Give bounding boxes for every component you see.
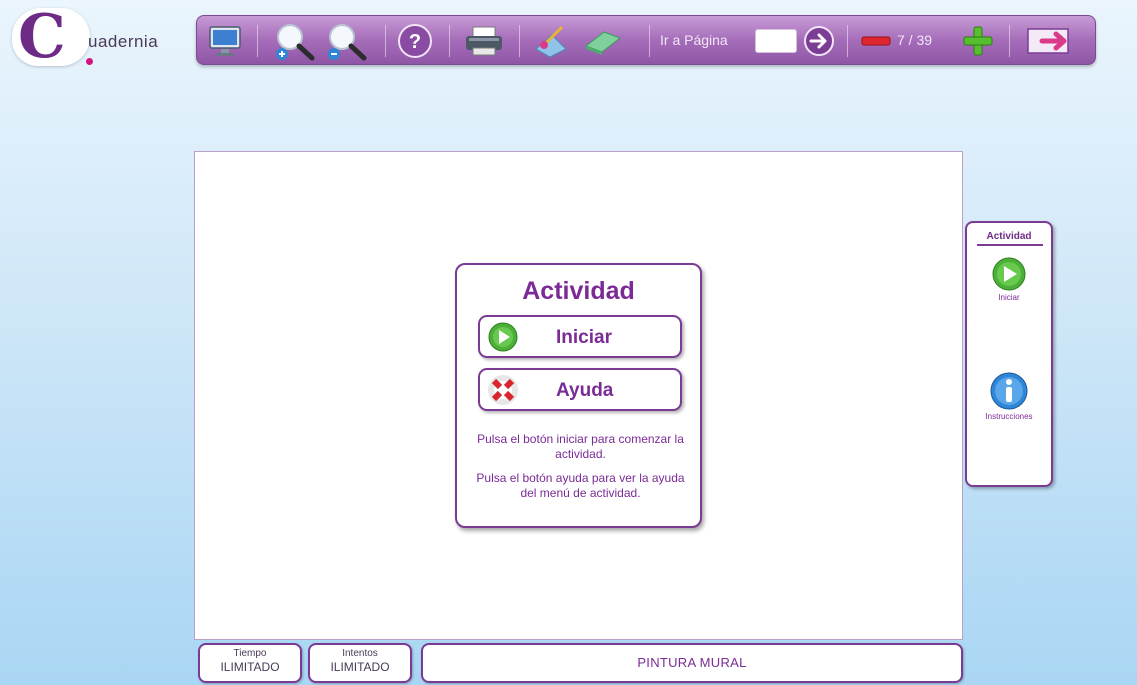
app-logo: C uadernia bbox=[8, 2, 184, 72]
arrow-right-icon bbox=[804, 26, 834, 56]
previous-page-button[interactable] bbox=[859, 22, 893, 60]
side-start-button[interactable]: Iniciar bbox=[967, 256, 1051, 302]
exit-button[interactable] bbox=[1023, 22, 1079, 60]
play-icon bbox=[992, 257, 1026, 291]
plus-icon bbox=[963, 26, 993, 56]
help-dialog-button[interactable]: Ayuda bbox=[478, 368, 682, 411]
goto-page-label: Ir a Página bbox=[660, 32, 728, 48]
toolbar-separator bbox=[649, 25, 650, 57]
toolbar-separator bbox=[1009, 25, 1010, 57]
fullscreen-button[interactable] bbox=[205, 22, 245, 60]
logo-name: uadernia bbox=[88, 32, 159, 51]
start-button[interactable]: Iniciar bbox=[478, 315, 682, 358]
activity-dialog: Actividad Iniciar Ayuda Pulsa el botón i… bbox=[455, 263, 702, 528]
zoom-in-icon bbox=[276, 24, 315, 61]
time-label: Tiempo bbox=[233, 648, 267, 659]
next-page-button[interactable] bbox=[960, 22, 996, 60]
printer-icon bbox=[466, 26, 502, 56]
toolbar-separator bbox=[449, 25, 450, 57]
activity-side-panel: Actividad Iniciar Instrucciones bbox=[965, 221, 1053, 487]
activity-title-box: PINTURA MURAL bbox=[421, 643, 963, 683]
help-button-label: Ayuda bbox=[556, 380, 614, 401]
toolbar-separator bbox=[847, 25, 848, 57]
toolbar-separator bbox=[257, 25, 258, 57]
help-instructions: Pulsa el botón ayuda para ver la ayuda d… bbox=[476, 471, 685, 500]
question-icon: ? bbox=[398, 24, 432, 58]
eraser-icon bbox=[584, 31, 622, 55]
side-panel-divider bbox=[977, 244, 1043, 246]
dialog-title: Actividad bbox=[522, 277, 635, 305]
goto-page-input[interactable] bbox=[755, 29, 797, 53]
svg-text:?: ? bbox=[409, 31, 421, 53]
side-instructions-label: Instrucciones bbox=[985, 412, 1033, 421]
zoom-out-icon bbox=[328, 24, 367, 61]
info-icon bbox=[990, 372, 1028, 410]
help-button[interactable]: ? bbox=[395, 22, 435, 60]
toolbar: ? Ir a Página 7 / 39 bbox=[196, 15, 1096, 65]
attempts-label: Intentos bbox=[342, 648, 378, 659]
time-box: Tiempo ILIMITADO bbox=[198, 643, 302, 683]
page-indicator: 7 / 39 bbox=[897, 32, 933, 48]
paintbrush-icon bbox=[535, 25, 567, 58]
minus-icon bbox=[861, 36, 891, 46]
zoom-in-button[interactable] bbox=[271, 22, 319, 61]
goto-page-button[interactable] bbox=[801, 22, 837, 60]
side-instructions-button[interactable]: Instrucciones bbox=[967, 371, 1051, 421]
toolbar-separator bbox=[385, 25, 386, 57]
start-instructions: Pulsa el botón iniciar para comenzar la … bbox=[477, 432, 684, 461]
eraser-button[interactable] bbox=[581, 22, 625, 60]
attempts-value: ILIMITADO bbox=[330, 660, 390, 674]
play-icon bbox=[488, 322, 518, 352]
activity-title: PINTURA MURAL bbox=[637, 655, 747, 670]
exit-icon bbox=[1027, 28, 1069, 54]
attempts-box: Intentos ILIMITADO bbox=[308, 643, 412, 683]
time-value: ILIMITADO bbox=[220, 660, 280, 674]
print-button[interactable] bbox=[461, 22, 507, 60]
side-start-label: Iniciar bbox=[998, 293, 1020, 302]
toolbar-separator bbox=[519, 25, 520, 57]
paint-button[interactable] bbox=[531, 22, 573, 60]
logo-letter: C bbox=[18, 2, 66, 72]
lifebuoy-icon bbox=[488, 375, 518, 405]
monitor-icon bbox=[209, 26, 241, 56]
logo-dot bbox=[86, 58, 93, 65]
side-panel-title: Actividad bbox=[986, 231, 1032, 242]
zoom-out-button[interactable] bbox=[323, 22, 371, 61]
start-button-label: Iniciar bbox=[556, 327, 612, 348]
